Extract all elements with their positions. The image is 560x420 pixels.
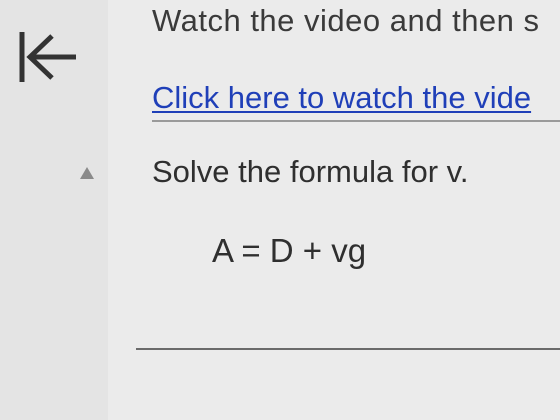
left-navigation-rail [0,0,109,420]
answer-divider [136,348,560,350]
question-prompt: Solve the formula for v. [152,154,469,189]
equation: A = D + vg [212,232,367,269]
back-to-start-icon[interactable] [16,28,82,86]
caret-left-icon[interactable] [80,166,94,179]
divider [152,120,560,122]
instruction-text: Watch the video and then s [152,3,540,38]
question-panel: Watch the video and then s Click here to… [108,0,560,420]
watch-video-link[interactable]: Click here to watch the vide [152,80,531,116]
